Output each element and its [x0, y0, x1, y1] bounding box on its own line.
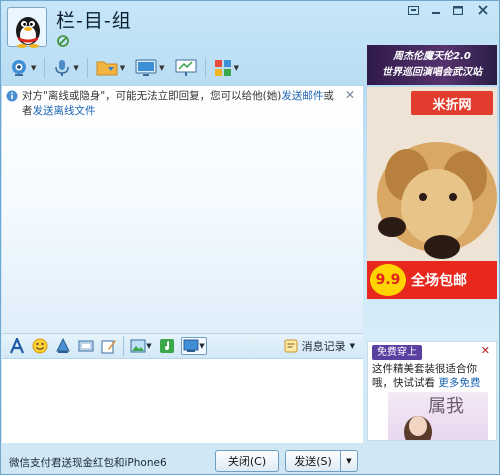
dropdown-arrow-icon[interactable]: ▼	[146, 342, 151, 350]
send-offline-file-link[interactable]: 发送离线文件	[33, 105, 96, 117]
shake-icon	[56, 338, 70, 353]
window-title: 栏-目-组	[56, 10, 132, 32]
toolbar-divider	[123, 336, 124, 356]
picture-icon	[130, 339, 146, 353]
format-toolbar: ▼ ▼ 消息记录 ▼	[2, 333, 363, 359]
dropdown-arrow-icon[interactable]: ▼	[73, 64, 78, 72]
ad-offer-strip: 9.9 全场包邮	[367, 261, 497, 299]
product-ad[interactable]: 米折网 9.9 全场包邮	[367, 87, 497, 299]
message-history-button[interactable]: 消息记录 ▼	[284, 338, 355, 354]
close-notice-icon[interactable]: ✕	[345, 88, 355, 103]
dropdown-arrow-icon[interactable]: ▼	[234, 64, 239, 72]
chat-history-icon	[284, 339, 298, 353]
ad-model-image: 属我	[388, 392, 488, 440]
dropdown-arrow-icon[interactable]: ▼	[31, 64, 36, 72]
ad-description: 这件精美套装很适合你哦，快试试看 更多免费	[372, 362, 496, 390]
dropdown-arrow-icon: ▼	[346, 457, 352, 465]
banner-line-1: 周杰伦魔天伦2.0	[393, 51, 471, 62]
screenshot-icon	[183, 339, 199, 352]
edit-icon	[101, 340, 116, 354]
dropdown-arrow-icon[interactable]: ▼	[199, 342, 204, 350]
ad-tag: 免费穿上	[372, 345, 422, 360]
message-input[interactable]	[2, 359, 363, 443]
image-frame-icon	[78, 340, 94, 352]
apps-button[interactable]: ▼	[212, 55, 241, 81]
notice-text: 对方"离线或隐身"，可能无法立即回复，您可以给他(她)	[22, 90, 282, 102]
dropdown-arrow-icon[interactable]: ▼	[350, 342, 355, 350]
send-file-button[interactable]: ▼	[94, 55, 127, 81]
avatar[interactable]	[7, 7, 47, 48]
folder-icon	[96, 61, 118, 76]
share-screen-button[interactable]	[173, 55, 199, 81]
send-button[interactable]: 发送(S)	[285, 450, 341, 472]
minimize-icon[interactable]	[425, 2, 446, 18]
toolbar-divider	[204, 58, 206, 78]
close-ad-icon[interactable]: ✕	[481, 344, 490, 357]
edit-button[interactable]	[100, 337, 118, 355]
close-icon[interactable]	[469, 2, 497, 18]
chat-window: 栏-目-组 ▼ ▼ ▼ ▼ ▼ 对方"离线或隐身"，可能无法立即回复，您可以给他…	[0, 0, 500, 475]
banner-line-2: 世界巡回演唱会武汉站	[382, 67, 482, 78]
model-icon	[404, 416, 432, 440]
side-ad[interactable]: 免费穿上 ✕ 这件精美套装很适合你哦，快试试看 更多免费 属我	[367, 341, 497, 441]
voice-call-button[interactable]: ▼	[51, 55, 80, 81]
toolbar-divider	[44, 58, 46, 78]
video-call-button[interactable]: ▼	[7, 55, 38, 81]
penguin-icon	[16, 17, 40, 48]
bottom-bar: 微信支付君送现金红包和iPhone6 关闭(C) 发送(S) ▼	[1, 443, 499, 474]
emoji-button[interactable]	[31, 337, 49, 355]
more-free-link[interactable]: 更多免费	[438, 377, 480, 389]
toolbar-divider	[86, 58, 88, 78]
info-icon	[6, 90, 18, 107]
main-toolbar: ▼ ▼ ▼ ▼ ▼	[3, 53, 363, 83]
online-status-icon[interactable]	[56, 34, 70, 48]
brand-badge: 米折网	[411, 91, 493, 115]
message-display-area[interactable]: 对方"离线或隐身"，可能无法立即回复，您可以给他(她)发送邮件或者发送离线文件 …	[2, 85, 363, 333]
dropdown-arrow-icon[interactable]: ▼	[120, 64, 125, 72]
microphone-icon	[55, 60, 70, 76]
font-icon	[9, 338, 25, 354]
send-email-link[interactable]: 发送邮件	[281, 90, 323, 102]
dropdown-arrow-icon[interactable]: ▼	[159, 64, 164, 72]
window-controls	[403, 2, 497, 18]
remote-desktop-button[interactable]: ▼	[133, 55, 166, 81]
maximize-icon[interactable]	[447, 2, 468, 18]
ad-slogan: 全场包邮	[411, 273, 467, 289]
close-button[interactable]: 关闭(C)	[215, 450, 279, 472]
restore-down-icon[interactable]	[403, 2, 424, 18]
price-badge: 9.9	[370, 264, 406, 296]
shake-button[interactable]	[54, 337, 72, 355]
promo-link[interactable]: 微信支付君送现金红包和iPhone6	[9, 455, 167, 470]
message-history-label: 消息记录	[301, 340, 346, 353]
font-button[interactable]	[8, 337, 26, 355]
webcam-icon	[12, 60, 26, 76]
offline-notice: 对方"离线或隐身"，可能无法立即回复，您可以给他(她)发送邮件或者发送离线文件 …	[2, 86, 363, 120]
presentation-icon	[175, 59, 197, 76]
image-frame-button[interactable]	[77, 337, 95, 355]
send-options-dropdown[interactable]: ▼	[340, 450, 358, 472]
music-button[interactable]	[158, 337, 176, 355]
music-icon	[160, 339, 174, 353]
monitor-icon	[135, 59, 157, 76]
apps-grid-icon	[214, 60, 231, 76]
top-banner-ad[interactable]: 周杰伦魔天伦2.0 世界巡回演唱会武汉站	[367, 45, 497, 85]
picture-button[interactable]: ▼	[129, 337, 153, 355]
screenshot-button[interactable]: ▼	[181, 337, 207, 355]
emoji-icon	[32, 338, 48, 354]
